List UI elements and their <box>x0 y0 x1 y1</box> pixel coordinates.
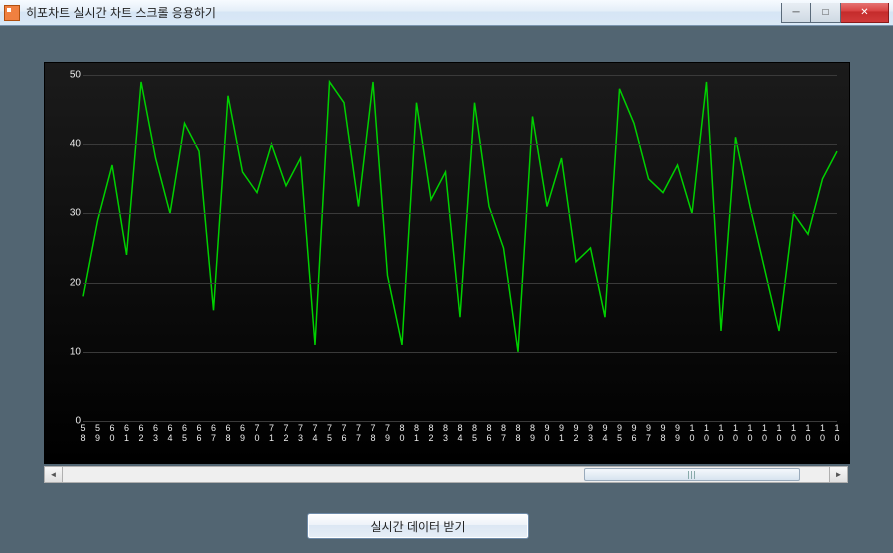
x-tick-label: 1 0 <box>731 423 741 443</box>
x-tick-label: 8 9 <box>528 423 538 443</box>
window-buttons: ─ □ ✕ <box>781 3 889 23</box>
close-button[interactable]: ✕ <box>841 3 889 23</box>
client-area: 01020304050 5 85 96 06 16 26 36 46 56 66… <box>0 26 893 553</box>
gridline <box>83 352 837 353</box>
scroll-track[interactable] <box>63 467 829 482</box>
x-tick-label: 1 0 <box>774 423 784 443</box>
gridline <box>83 283 837 284</box>
y-tick-label: 20 <box>70 277 81 288</box>
x-tick-label: 9 4 <box>600 423 610 443</box>
y-axis: 01020304050 <box>51 75 81 421</box>
x-tick-label: 7 2 <box>281 423 291 443</box>
x-tick-label: 7 8 <box>368 423 378 443</box>
chart-line <box>83 75 837 421</box>
x-tick-label: 8 3 <box>441 423 451 443</box>
x-axis: 5 85 96 06 16 26 36 46 56 66 76 86 97 07… <box>83 423 837 455</box>
y-tick-label: 30 <box>70 208 81 219</box>
scroll-thumb[interactable] <box>584 468 800 481</box>
x-tick-label: 8 6 <box>484 423 494 443</box>
x-tick-label: 1 0 <box>818 423 828 443</box>
x-tick-label: 6 5 <box>180 423 190 443</box>
window-title: 히포차트 실시간 차트 스크롤 응용하기 <box>26 4 781 21</box>
x-tick-label: 6 2 <box>136 423 146 443</box>
maximize-button[interactable]: □ <box>811 3 841 23</box>
realtime-data-button[interactable]: 실시간 데이터 받기 <box>307 513 529 539</box>
x-tick-label: 8 4 <box>455 423 465 443</box>
x-tick-label: 7 4 <box>310 423 320 443</box>
x-tick-label: 9 1 <box>557 423 567 443</box>
x-tick-label: 8 1 <box>412 423 422 443</box>
x-tick-label: 1 0 <box>702 423 712 443</box>
app-icon <box>4 5 20 21</box>
horizontal-scrollbar[interactable]: ◄ ► <box>44 466 848 483</box>
x-tick-label: 1 0 <box>832 423 842 443</box>
x-tick-label: 7 9 <box>383 423 393 443</box>
x-tick-label: 9 9 <box>673 423 683 443</box>
scroll-left-button[interactable]: ◄ <box>45 467 63 482</box>
x-tick-label: 1 0 <box>760 423 770 443</box>
plot-area <box>83 75 837 421</box>
x-tick-label: 1 0 <box>745 423 755 443</box>
gridline <box>83 421 837 422</box>
x-tick-label: 1 0 <box>716 423 726 443</box>
x-tick-label: 6 1 <box>122 423 132 443</box>
x-tick-label: 8 5 <box>470 423 480 443</box>
gridline <box>83 75 837 76</box>
titlebar: 히포차트 실시간 차트 스크롤 응용하기 ─ □ ✕ <box>0 0 893 26</box>
x-tick-label: 7 0 <box>252 423 262 443</box>
x-tick-label: 9 7 <box>644 423 654 443</box>
x-tick-label: 7 1 <box>267 423 277 443</box>
x-tick-label: 6 8 <box>223 423 233 443</box>
x-tick-label: 5 8 <box>78 423 88 443</box>
x-tick-label: 1 0 <box>803 423 813 443</box>
x-tick-label: 1 0 <box>687 423 697 443</box>
x-tick-label: 6 4 <box>165 423 175 443</box>
x-tick-label: 6 9 <box>238 423 248 443</box>
x-tick-label: 7 7 <box>354 423 364 443</box>
x-tick-label: 8 2 <box>426 423 436 443</box>
x-tick-label: 8 7 <box>499 423 509 443</box>
x-tick-label: 5 9 <box>93 423 103 443</box>
x-tick-label: 6 3 <box>151 423 161 443</box>
x-tick-label: 9 8 <box>658 423 668 443</box>
x-tick-label: 6 7 <box>209 423 219 443</box>
scroll-right-button[interactable]: ► <box>829 467 847 482</box>
x-tick-label: 6 6 <box>194 423 204 443</box>
x-tick-label: 9 3 <box>586 423 596 443</box>
x-tick-label: 9 2 <box>571 423 581 443</box>
gridline <box>83 213 837 214</box>
x-tick-label: 6 0 <box>107 423 117 443</box>
x-tick-label: 7 6 <box>339 423 349 443</box>
y-tick-label: 50 <box>70 70 81 81</box>
y-tick-label: 40 <box>70 139 81 150</box>
x-tick-label: 8 8 <box>513 423 523 443</box>
chart: 01020304050 5 85 96 06 16 26 36 46 56 66… <box>44 62 850 464</box>
realtime-data-button-label: 실시간 데이터 받기 <box>371 518 466 535</box>
gridline <box>83 144 837 145</box>
minimize-button[interactable]: ─ <box>781 3 811 23</box>
y-tick-label: 10 <box>70 346 81 357</box>
x-tick-label: 9 5 <box>615 423 625 443</box>
x-tick-label: 8 0 <box>397 423 407 443</box>
x-tick-label: 9 6 <box>629 423 639 443</box>
x-tick-label: 9 0 <box>542 423 552 443</box>
x-tick-label: 7 5 <box>325 423 335 443</box>
x-tick-label: 7 3 <box>296 423 306 443</box>
x-tick-label: 1 0 <box>789 423 799 443</box>
